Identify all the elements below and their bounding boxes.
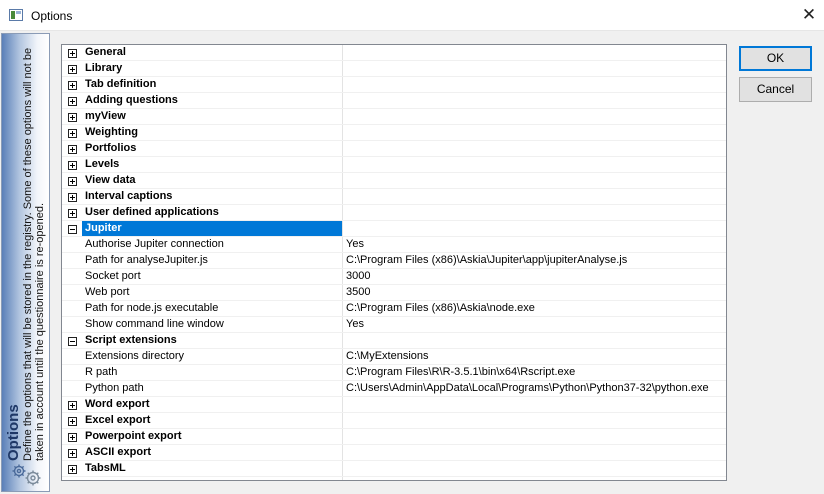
- property-row[interactable]: Socket port 3000: [62, 269, 726, 285]
- side-panel-description: Define the options that will be stored i…: [22, 47, 46, 461]
- title-bar: Options ✕: [0, 0, 824, 31]
- property-name: R path: [85, 366, 118, 378]
- category-row[interactable]: Portfolios: [62, 141, 726, 157]
- category-row[interactable]: TabsML: [62, 461, 726, 477]
- category-name: Interval captions: [85, 190, 173, 202]
- expand-icon[interactable]: [68, 49, 77, 58]
- window-title: Options: [31, 9, 73, 23]
- category-row[interactable]: myView: [62, 109, 726, 125]
- category-row[interactable]: Levels: [62, 157, 726, 173]
- expand-icon[interactable]: [68, 145, 77, 154]
- property-name: Extensions directory: [85, 350, 185, 362]
- property-value[interactable]: Yes: [344, 317, 724, 332]
- category-name: Weighting: [85, 126, 138, 138]
- category-name: Script extensions: [85, 334, 177, 346]
- category-row[interactable]: Excel export: [62, 413, 726, 429]
- close-icon[interactable]: ✕: [794, 0, 824, 31]
- category-name: Portfolios: [85, 142, 137, 154]
- category-name: General: [85, 46, 126, 58]
- category-name: Tab definition: [85, 78, 157, 90]
- collapse-icon[interactable]: [68, 337, 77, 346]
- category-name: TabsML: [85, 462, 126, 474]
- property-value[interactable]: C:\MyExtensions: [344, 349, 724, 364]
- category-name: Jupiter: [82, 221, 342, 236]
- property-name: Web port: [85, 286, 130, 298]
- expand-icon[interactable]: [68, 433, 77, 442]
- category-name: myView: [85, 110, 126, 122]
- category-row[interactable]: Adding questions: [62, 93, 726, 109]
- gear-icon: [12, 464, 41, 486]
- category-row[interactable]: Script extensions: [62, 333, 726, 349]
- category-name: View data: [85, 174, 136, 186]
- category-name: ASCII export: [85, 446, 152, 458]
- category-row[interactable]: Weighting: [62, 125, 726, 141]
- property-name: Python path: [85, 382, 144, 394]
- expand-icon[interactable]: [68, 401, 77, 410]
- property-row[interactable]: Authorise Jupiter connection Yes: [62, 237, 726, 253]
- property-name: Path for analyseJupiter.js: [85, 254, 208, 266]
- category-name: Powerpoint export: [85, 430, 182, 442]
- property-name: Show command line window: [85, 318, 224, 330]
- property-row[interactable]: Show command line window Yes: [62, 317, 726, 333]
- property-row[interactable]: Extensions directory C:\MyExtensions: [62, 349, 726, 365]
- collapse-icon[interactable]: [68, 225, 77, 234]
- property-value[interactable]: 3500: [344, 285, 724, 300]
- category-name: Levels: [85, 158, 120, 170]
- property-name: Path for node.js executable: [85, 302, 219, 314]
- property-value[interactable]: 3000: [344, 269, 724, 284]
- category-name: Word export: [85, 398, 150, 410]
- expand-icon[interactable]: [68, 161, 77, 170]
- category-row[interactable]: User defined applications: [62, 205, 726, 221]
- property-name: Socket port: [85, 270, 141, 282]
- property-value[interactable]: C:\Program Files\R\R-3.5.1\bin\x64\Rscri…: [344, 365, 724, 380]
- category-row[interactable]: General: [62, 45, 726, 61]
- dialog-body: Options Define the options that will be …: [0, 31, 824, 494]
- cancel-button[interactable]: Cancel: [739, 77, 812, 102]
- expand-icon[interactable]: [68, 209, 77, 218]
- property-value[interactable]: C:\Users\Admin\AppData\Local\Programs\Py…: [344, 381, 724, 396]
- ok-button[interactable]: OK: [739, 46, 812, 71]
- category-name: Library: [85, 62, 123, 74]
- expand-icon[interactable]: [68, 113, 77, 122]
- property-row[interactable]: R path C:\Program Files\R\R-3.5.1\bin\x64…: [62, 365, 726, 381]
- property-row[interactable]: Python path C:\Users\Admin\AppData\Local\…: [62, 381, 726, 397]
- property-row[interactable]: Web port 3500: [62, 285, 726, 301]
- property-value[interactable]: C:\Program Files (x86)\Askia\Jupiter\app…: [344, 253, 724, 268]
- category-row[interactable]: Library: [62, 61, 726, 77]
- expand-icon[interactable]: [68, 129, 77, 138]
- category-name: Excel export: [85, 414, 151, 426]
- side-panel-heading: Options: [5, 404, 22, 461]
- property-grid[interactable]: General Library Tab definition Adding quest…: [61, 44, 727, 481]
- category-row[interactable]: Tab definition: [62, 77, 726, 93]
- side-panel: Options Define the options that will be …: [1, 33, 50, 492]
- expand-icon[interactable]: [68, 449, 77, 458]
- category-name: Adding questions: [85, 94, 178, 106]
- category-row[interactable]: Powerpoint export: [62, 429, 726, 445]
- expand-icon[interactable]: [68, 81, 77, 90]
- category-name: User defined applications: [85, 206, 219, 218]
- category-row[interactable]: Interval captions: [62, 189, 726, 205]
- options-window-icon: [9, 9, 23, 21]
- property-value[interactable]: C:\Program Files (x86)\Askia\node.exe: [344, 301, 724, 316]
- property-row[interactable]: Path for analyseJupiter.js C:\Program Fil…: [62, 253, 726, 269]
- expand-icon[interactable]: [68, 465, 77, 474]
- expand-icon[interactable]: [68, 193, 77, 202]
- property-name: Authorise Jupiter connection: [85, 238, 224, 250]
- expand-icon[interactable]: [68, 177, 77, 186]
- expand-icon[interactable]: [68, 65, 77, 74]
- property-row[interactable]: Path for node.js executable C:\Program Fi…: [62, 301, 726, 317]
- side-panel-text: Options Define the options that will be …: [5, 34, 48, 461]
- category-row[interactable]: Jupiter: [62, 221, 726, 237]
- category-row[interactable]: ASCII export: [62, 445, 726, 461]
- category-row[interactable]: Word export: [62, 397, 726, 413]
- property-value[interactable]: Yes: [344, 237, 724, 252]
- expand-icon[interactable]: [68, 97, 77, 106]
- expand-icon[interactable]: [68, 417, 77, 426]
- category-row[interactable]: View data: [62, 173, 726, 189]
